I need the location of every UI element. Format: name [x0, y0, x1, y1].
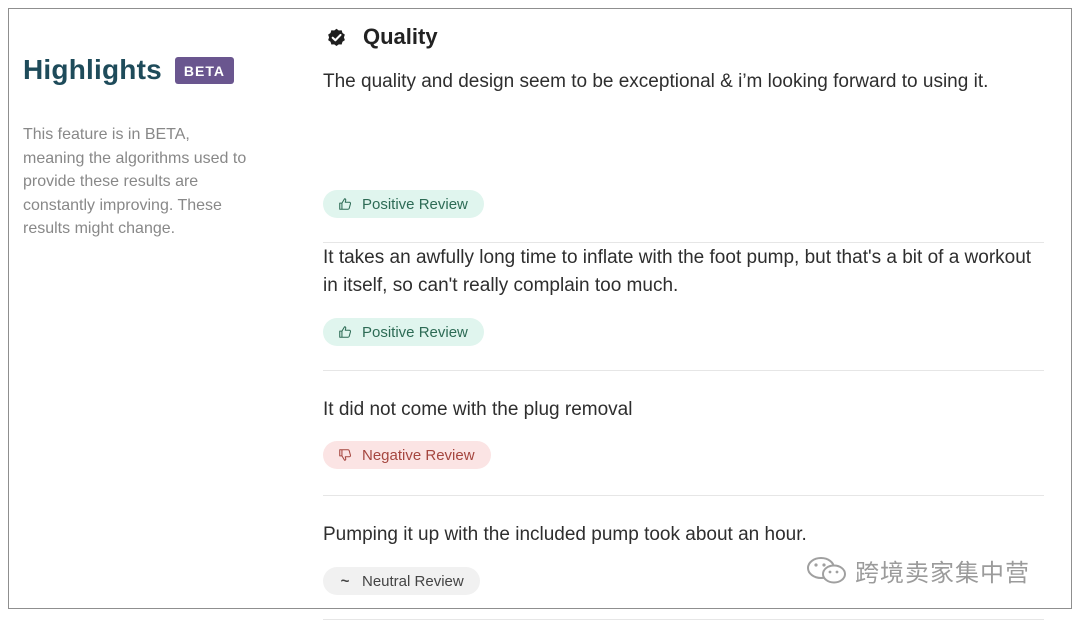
verified-badge-icon [327, 28, 346, 47]
beta-badge: BETA [174, 56, 234, 84]
review-item: The quality and design seem to be except… [323, 68, 1044, 243]
review-text: The quality and design seem to be except… [323, 71, 989, 92]
highlights-sidebar: Highlights BETA This feature is in BETA,… [23, 52, 258, 241]
sentiment-label: Negative Review [362, 446, 475, 464]
review-item: It did not come with the plug removal Ne… [323, 371, 1044, 496]
sentiment-label: Neutral Review [362, 572, 464, 590]
review-text: It did not come with the plug removal [323, 399, 633, 420]
review-text: Pumping it up with the included pump too… [323, 524, 807, 545]
sentiment-badge-neutral: ~ Neutral Review [323, 567, 480, 595]
review-text: It takes an awfully long time to inflate… [323, 247, 1032, 296]
page-title: Highlights [23, 54, 162, 85]
sentiment-badge-positive: Positive Review [323, 318, 484, 346]
sentiment-label: Positive Review [362, 195, 468, 213]
thumbs-up-icon [337, 196, 353, 212]
beta-description: This feature is in BETA, meaning the alg… [23, 126, 247, 237]
sentiment-badge-negative: Negative Review [323, 441, 491, 469]
review-item: It takes an awfully long time to inflate… [323, 220, 1044, 371]
wechat-logo-icon [805, 554, 849, 588]
review-highlights: Quality The quality and design seem to b… [323, 22, 1044, 620]
watermark-text: 跨境卖家集中营 [855, 559, 1030, 587]
thumbs-up-icon [337, 324, 353, 340]
sentiment-label: Positive Review [362, 323, 468, 341]
section-title: Quality [363, 24, 438, 49]
watermark: 跨境卖家集中营 [805, 553, 1030, 588]
section-header: Quality [323, 22, 1044, 52]
tilde-icon: ~ [340, 572, 350, 590]
sentiment-badge-positive: Positive Review [323, 190, 484, 218]
title-row: Highlights BETA [23, 52, 258, 88]
thumbs-down-icon [337, 447, 353, 463]
